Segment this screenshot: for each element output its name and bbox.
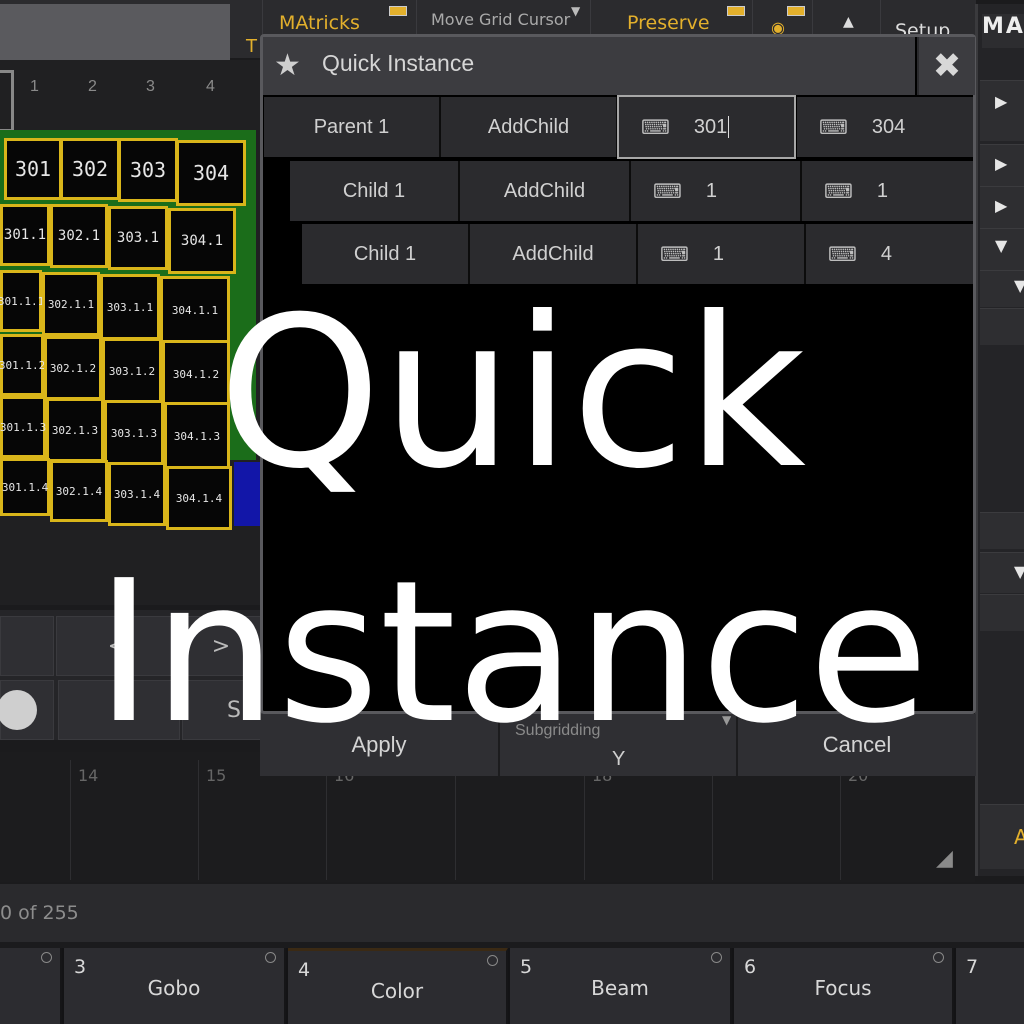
selection-count: 0 of 255 bbox=[0, 902, 79, 924]
divider bbox=[70, 760, 71, 880]
preserve-label: Preserve bbox=[627, 12, 710, 34]
divider bbox=[712, 760, 713, 880]
divider bbox=[584, 760, 585, 880]
preset-number: 5 bbox=[520, 956, 533, 978]
keyboard-icon[interactable]: ⌨ bbox=[660, 242, 689, 267]
keyboard-icon[interactable]: ⌨ bbox=[819, 115, 848, 140]
preset-button-beam[interactable]: 5 Beam bbox=[510, 948, 732, 1024]
sidebar-row[interactable] bbox=[980, 512, 1024, 549]
keyboard-icon[interactable]: ⌨ bbox=[824, 179, 853, 204]
axis-number: 1 bbox=[30, 78, 39, 95]
keyboard-icon[interactable]: ⌨ bbox=[828, 242, 857, 267]
grid-cell[interactable]: 301.1 bbox=[0, 204, 50, 266]
grid-cell[interactable]: 304.1 bbox=[168, 208, 236, 274]
overlay-title-line-1: Quick bbox=[217, 273, 807, 515]
grid-cell[interactable]: 303 bbox=[118, 138, 178, 202]
matricks-label: MAtricks bbox=[279, 12, 360, 34]
keyboard-icon[interactable]: ⌨ bbox=[641, 115, 670, 140]
preset-button-prev[interactable] bbox=[0, 948, 62, 1024]
executor-number: 15 bbox=[206, 766, 227, 785]
from-value: 1 bbox=[705, 179, 717, 202]
executor-number: 14 bbox=[78, 766, 99, 785]
grid-cell[interactable]: 304 bbox=[176, 140, 246, 206]
grid-cell[interactable]: 303.1 bbox=[108, 206, 168, 270]
add-child-button[interactable]: AddChild bbox=[441, 97, 618, 157]
t-label: T bbox=[246, 36, 257, 57]
status-dot-icon bbox=[487, 955, 498, 966]
status-bar bbox=[0, 884, 1024, 942]
from-value: 301 bbox=[693, 115, 728, 138]
sidebar-row[interactable]: A bbox=[980, 804, 1024, 869]
from-value: 1 bbox=[712, 242, 724, 265]
arrow-up-icon: ▲ bbox=[843, 14, 854, 30]
from-input[interactable]: ⌨ 1 bbox=[631, 161, 802, 221]
to-input[interactable]: ⌨ 1 bbox=[802, 161, 973, 221]
preset-button-color[interactable]: 4 Color bbox=[288, 948, 508, 1024]
from-input[interactable]: ⌨ 301 bbox=[617, 95, 796, 159]
grid-cell[interactable]: 302 bbox=[60, 138, 120, 200]
axis-number: 2 bbox=[88, 78, 97, 95]
to-input[interactable]: ⌨ 4 bbox=[806, 224, 973, 284]
preset-number: 6 bbox=[744, 956, 757, 978]
toggle-indicator bbox=[787, 6, 805, 16]
preset-label: Focus bbox=[814, 976, 872, 1000]
preset-label: Beam bbox=[591, 976, 649, 1000]
divider bbox=[455, 760, 456, 880]
add-child-button[interactable]: AddChild bbox=[460, 161, 631, 221]
keyboard-icon[interactable]: ⌨ bbox=[653, 179, 682, 204]
to-value: 1 bbox=[876, 179, 888, 202]
arrow-right-icon: ▶ bbox=[995, 154, 1008, 173]
instance-name[interactable]: Parent 1 bbox=[264, 97, 441, 157]
to-input[interactable]: ⌨ 304 bbox=[797, 97, 973, 157]
divider bbox=[326, 760, 327, 880]
chevron-down-icon: ▼ bbox=[571, 4, 581, 18]
preset-label: Color bbox=[370, 979, 424, 1003]
arrow-right-icon: ▶ bbox=[995, 92, 1008, 111]
star-icon[interactable]: ★ bbox=[274, 48, 301, 83]
preset-label: Gobo bbox=[147, 976, 201, 1000]
to-value: 4 bbox=[880, 242, 892, 265]
preset-number: 3 bbox=[74, 956, 87, 978]
to-value: 304 bbox=[871, 115, 906, 138]
grid-cell[interactable]: 301 bbox=[4, 138, 62, 200]
preset-button-gobo[interactable]: 3 Gobo bbox=[64, 948, 286, 1024]
axis-number: 4 bbox=[206, 78, 215, 95]
preset-button-focus[interactable]: 6 Focus bbox=[734, 948, 954, 1024]
view-title-area bbox=[0, 4, 230, 60]
preset-button-7[interactable]: 7 bbox=[956, 948, 1024, 1024]
status-dot-icon bbox=[933, 952, 944, 963]
move-grid-cursor-label: Move Grid Cursor bbox=[431, 10, 571, 29]
arrow-right-icon: ▶ bbox=[995, 196, 1008, 215]
preset-number: 4 bbox=[298, 959, 311, 981]
preset-number: 7 bbox=[966, 956, 979, 978]
selection-marker bbox=[0, 70, 14, 132]
divider bbox=[840, 760, 841, 880]
close-button[interactable]: ✖ bbox=[917, 37, 975, 95]
grid-cell[interactable]: 302.1 bbox=[50, 204, 108, 268]
dialog-title: Quick Instance bbox=[322, 50, 475, 76]
axis-number: 3 bbox=[146, 78, 155, 95]
sidebar-bottom-label: A bbox=[1014, 825, 1024, 849]
ma-logo: MA bbox=[982, 14, 1024, 48]
chevron-down-icon: ▼ bbox=[995, 236, 1008, 255]
toggle-indicator bbox=[727, 6, 745, 16]
close-icon: ✖ bbox=[932, 46, 962, 86]
status-dot-icon bbox=[41, 952, 52, 963]
instance-name[interactable]: Child 1 bbox=[290, 161, 460, 221]
overlay-title-line-2: Instance bbox=[95, 539, 929, 767]
toggle-indicator bbox=[389, 6, 407, 16]
status-dot-icon bbox=[711, 952, 722, 963]
divider bbox=[198, 760, 199, 880]
status-dot-icon bbox=[265, 952, 276, 963]
resize-handle-icon[interactable]: ◢ bbox=[936, 846, 953, 871]
text-cursor bbox=[728, 116, 730, 138]
